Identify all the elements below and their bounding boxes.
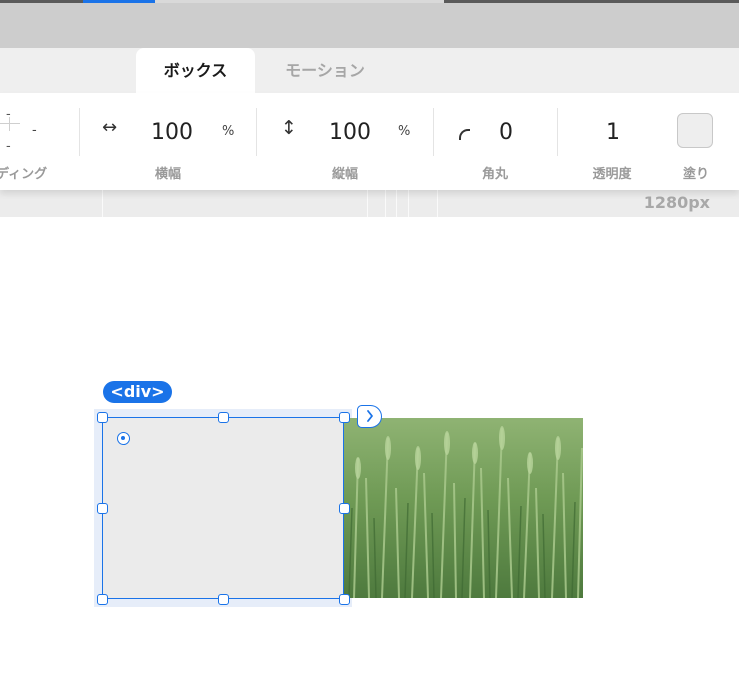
width-label: 横幅 — [154, 167, 181, 182]
ruler-size-label: 1280px — [643, 193, 710, 212]
opacity-label: 透明度 — [592, 167, 632, 182]
fill-control: 塗り — [666, 93, 739, 190]
resize-handle-right[interactable] — [339, 503, 350, 514]
opacity-value[interactable]: 1 — [606, 120, 620, 145]
padding-right-value: - — [32, 123, 37, 138]
radius-control[interactable]: 0 角丸 — [434, 93, 557, 190]
property-panel: - - - ディング ↔ 100 % 横幅 ↕ 100 % 縦幅 0 角丸 1 … — [0, 93, 739, 190]
tab-box[interactable]: ボックス — [136, 48, 255, 93]
resize-handle-top[interactable] — [218, 412, 229, 423]
width-control[interactable]: ↔ 100 % 横幅 — [80, 93, 256, 190]
horizontal-arrow-icon: ↔ — [102, 117, 118, 138]
tab-motion[interactable]: モーション — [255, 48, 395, 93]
padding-bottom-value: - — [6, 139, 11, 154]
resize-handle-top-right[interactable] — [339, 412, 350, 423]
height-label: 縦幅 — [331, 167, 358, 182]
resize-handle-bottom-right[interactable] — [339, 594, 350, 605]
fill-swatch[interactable] — [677, 113, 713, 148]
corner-radius-icon — [459, 129, 470, 140]
resize-handle-left[interactable] — [97, 503, 108, 514]
padding-control[interactable]: - - - ディング — [0, 93, 78, 190]
tab-bar: ボックス モーション — [0, 48, 739, 93]
resize-handle-top-left[interactable] — [97, 412, 108, 423]
height-unit[interactable]: % — [398, 124, 410, 139]
height-value[interactable]: 100 — [329, 120, 371, 145]
opacity-control[interactable]: 1 透明度 — [558, 93, 666, 190]
vertical-arrow-icon: ↕ — [281, 117, 297, 139]
selected-div-element[interactable] — [102, 417, 344, 599]
top-chrome-bar — [0, 3, 739, 48]
radius-label: 角丸 — [481, 167, 508, 182]
width-unit[interactable]: % — [222, 124, 234, 139]
padding-cross-icon — [0, 123, 20, 124]
chevron-right-icon — [367, 410, 373, 422]
fill-label: 塗り — [682, 167, 709, 182]
resize-handle-bottom[interactable] — [218, 594, 229, 605]
element-tag-badge[interactable]: <div> — [103, 381, 172, 403]
width-value[interactable]: 100 — [151, 120, 193, 145]
radius-value[interactable]: 0 — [499, 120, 513, 145]
padding-label: ディング — [0, 167, 48, 182]
ruler-bar: 1280px — [0, 190, 739, 217]
padding-cross-icon-v — [9, 117, 10, 131]
next-element-button[interactable] — [357, 405, 382, 428]
resize-handle-bottom-left[interactable] — [97, 594, 108, 605]
height-control[interactable]: ↕ 100 % 縦幅 — [257, 93, 433, 190]
anchor-point-icon[interactable] — [117, 432, 130, 445]
grass-image[interactable] — [344, 418, 583, 598]
